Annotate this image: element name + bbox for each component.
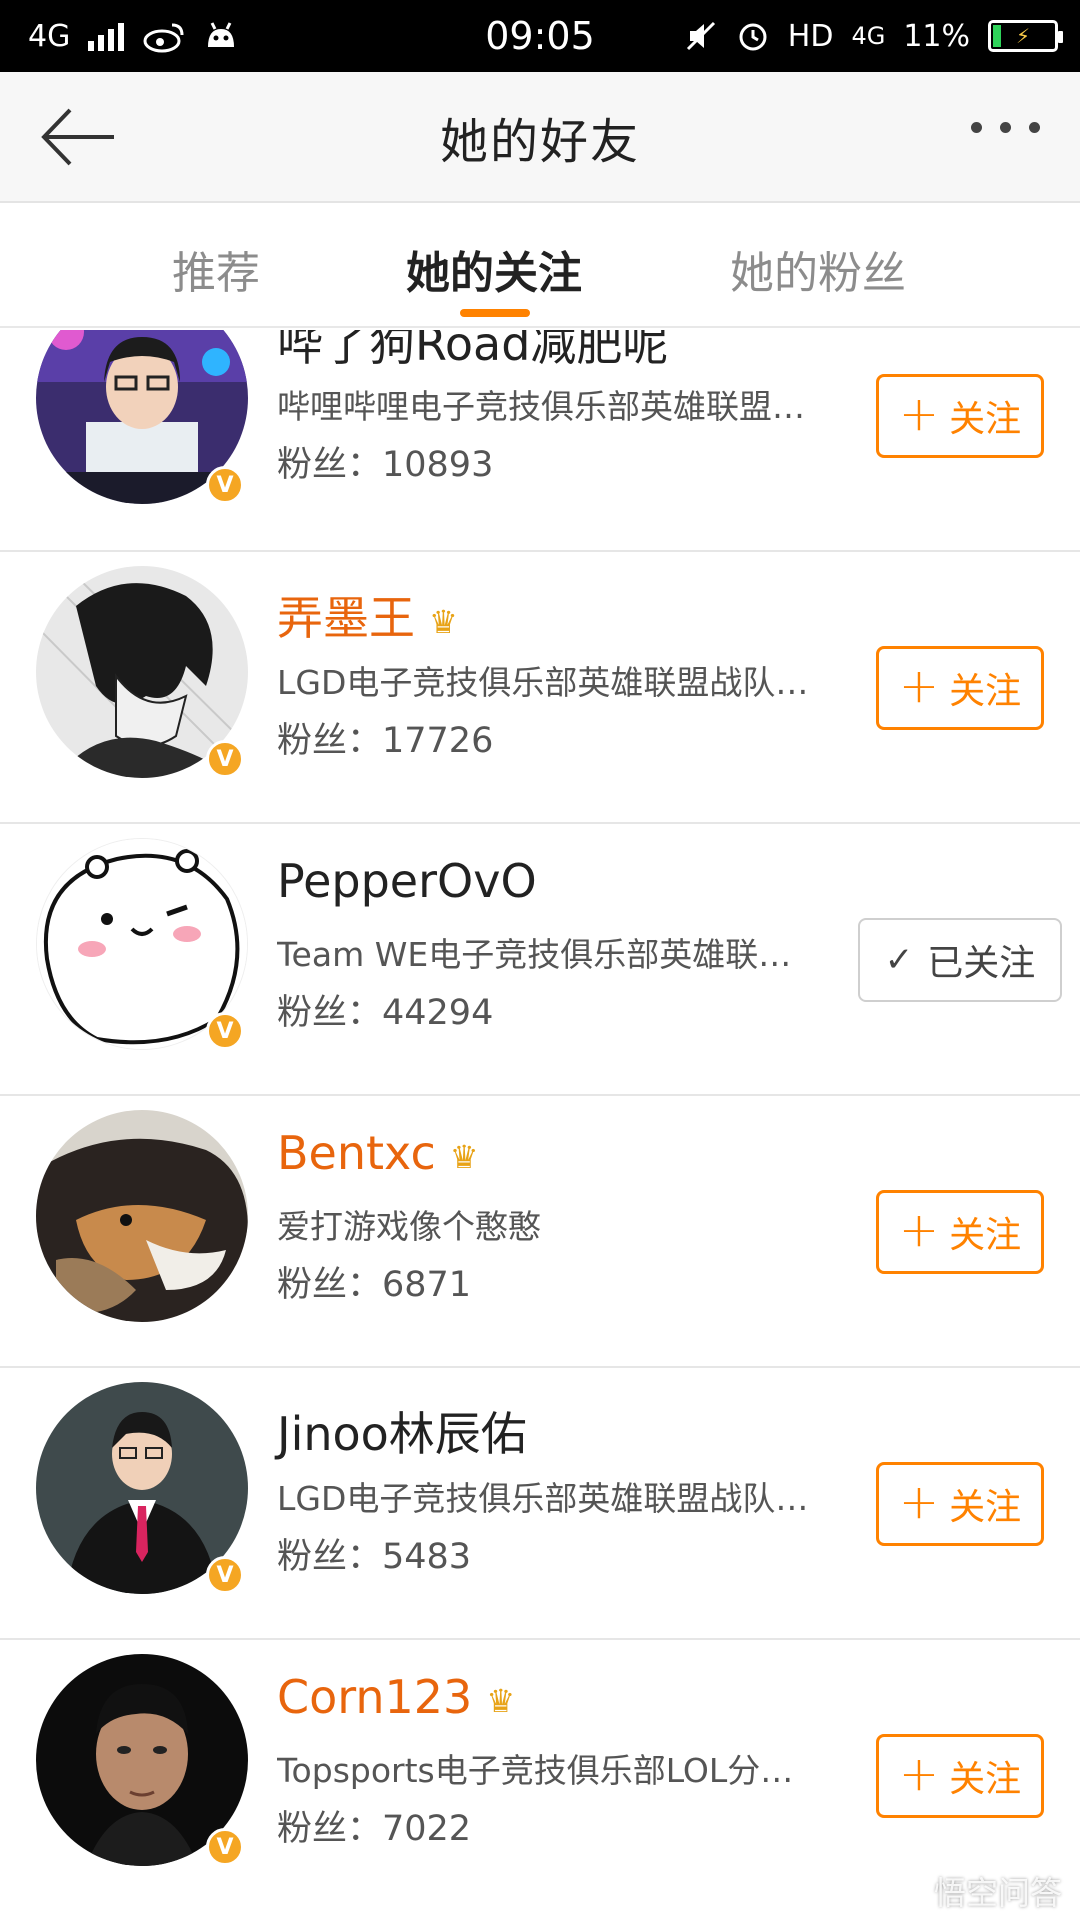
fan-count: 粉丝：17726 bbox=[277, 721, 494, 761]
user-name[interactable]: Bentxc ♛ bbox=[277, 1126, 478, 1180]
user-description: LGD电子竞技俱乐部英雄联盟战队… bbox=[277, 1479, 809, 1518]
mute-icon bbox=[686, 21, 715, 51]
back-arrow-icon[interactable] bbox=[38, 102, 118, 172]
follow-button[interactable]: + 关注 bbox=[876, 1190, 1044, 1274]
tab-bar: 推荐 她的关注 她的粉丝 bbox=[0, 203, 1080, 328]
vip-crown-icon: ♛ bbox=[429, 602, 458, 641]
user-name[interactable]: 弄墨王 ♛ bbox=[277, 582, 458, 648]
plus-icon: + bbox=[898, 1746, 940, 1802]
battery-icon: ⚡ bbox=[988, 20, 1063, 52]
status-bar: 4G 09:05 HD 4G 11% ⚡ bbox=[0, 0, 1080, 72]
alarm-icon bbox=[739, 23, 767, 51]
user-name[interactable]: PepperOvO bbox=[277, 854, 537, 908]
nav-bar: 她的好友 bbox=[0, 72, 1080, 203]
tab-her-following[interactable]: 她的关注 bbox=[406, 237, 582, 301]
user-name[interactable]: Jinoo林辰佑 bbox=[277, 1398, 527, 1464]
vip-crown-icon: ♛ bbox=[486, 1681, 516, 1720]
list-item[interactable]: V 哔了狗Road减肥呢 哔哩哔哩电子竞技俱乐部英雄联盟… 粉丝：10893 +… bbox=[0, 330, 1080, 552]
hd-indicator: HD bbox=[787, 18, 834, 54]
tab-her-fans[interactable]: 她的粉丝 bbox=[730, 237, 906, 301]
vip-crown-icon: ♛ bbox=[449, 1137, 479, 1176]
follow-button[interactable]: + 关注 bbox=[876, 1734, 1044, 1818]
network-type-right: 4G bbox=[851, 22, 886, 50]
active-tab-indicator bbox=[460, 309, 530, 317]
watermark: 悟空问答 bbox=[885, 1868, 1062, 1914]
page-title: 她的好友 bbox=[439, 113, 640, 170]
user-description: LGD电子竞技俱乐部英雄联盟战队… bbox=[277, 663, 809, 702]
verified-badge-icon: V bbox=[206, 466, 244, 504]
user-description: Team WE电子竞技俱乐部英雄联… bbox=[277, 935, 792, 974]
android-icon bbox=[208, 22, 235, 47]
fan-count: 粉丝：5483 bbox=[277, 1537, 472, 1577]
list-item[interactable]: Bentxc ♛ 爱打游戏像个憨憨 粉丝：6871 + 关注 bbox=[0, 1096, 1080, 1368]
user-name[interactable]: Corn123 ♛ bbox=[277, 1670, 515, 1724]
more-options-icon[interactable] bbox=[971, 122, 1040, 133]
user-description: 哔哩哔哩电子竞技俱乐部英雄联盟… bbox=[277, 387, 805, 426]
avatar[interactable] bbox=[36, 1110, 248, 1322]
list-item[interactable]: V 弄墨王 ♛ LGD电子竞技俱乐部英雄联盟战队… 粉丝：17726 + 关注 bbox=[0, 552, 1080, 824]
user-list: V 哔了狗Road减肥呢 哔哩哔哩电子竞技俱乐部英雄联盟… 粉丝：10893 +… bbox=[0, 330, 1080, 1920]
fan-count: 粉丝：10893 bbox=[277, 445, 494, 485]
fan-count: 粉丝：6871 bbox=[277, 1265, 472, 1305]
follow-button[interactable]: + 关注 bbox=[876, 1462, 1044, 1546]
fan-count: 粉丝：44294 bbox=[277, 993, 494, 1033]
plus-icon: + bbox=[898, 658, 940, 714]
list-item[interactable]: V PepperOvO Team WE电子竞技俱乐部英雄联… 粉丝：44294 … bbox=[0, 824, 1080, 1096]
verified-badge-icon: V bbox=[206, 1828, 244, 1866]
battery-percent: 11% bbox=[903, 18, 970, 54]
list-item[interactable]: V Jinoo林辰佑 LGD电子竞技俱乐部英雄联盟战队… 粉丝：5483 + 关… bbox=[0, 1368, 1080, 1640]
network-type: 4G bbox=[28, 18, 71, 54]
fan-count: 粉丝：7022 bbox=[277, 1809, 472, 1849]
follow-button[interactable]: + 关注 bbox=[876, 374, 1044, 458]
plus-icon: + bbox=[898, 1474, 940, 1530]
verified-badge-icon: V bbox=[206, 1012, 244, 1050]
follow-button[interactable]: + 关注 bbox=[876, 646, 1044, 730]
signal-icon bbox=[88, 21, 125, 51]
unfollow-button[interactable]: ✓ 已关注 bbox=[858, 918, 1062, 1002]
wukong-logo-icon bbox=[885, 1875, 926, 1907]
verified-badge-icon: V bbox=[206, 1556, 244, 1594]
user-description: 爱打游戏像个憨憨 bbox=[277, 1207, 541, 1246]
plus-icon: + bbox=[898, 1202, 940, 1258]
check-icon: ✓ bbox=[884, 940, 914, 980]
user-description: Topsports电子竞技俱乐部LOL分… bbox=[277, 1751, 794, 1790]
user-name[interactable]: 哔了狗Road减肥呢 bbox=[277, 330, 668, 374]
verified-badge-icon: V bbox=[206, 740, 244, 778]
tab-recommend[interactable]: 推荐 bbox=[172, 237, 260, 301]
weibo-icon bbox=[143, 23, 184, 53]
plus-icon: + bbox=[898, 386, 940, 442]
